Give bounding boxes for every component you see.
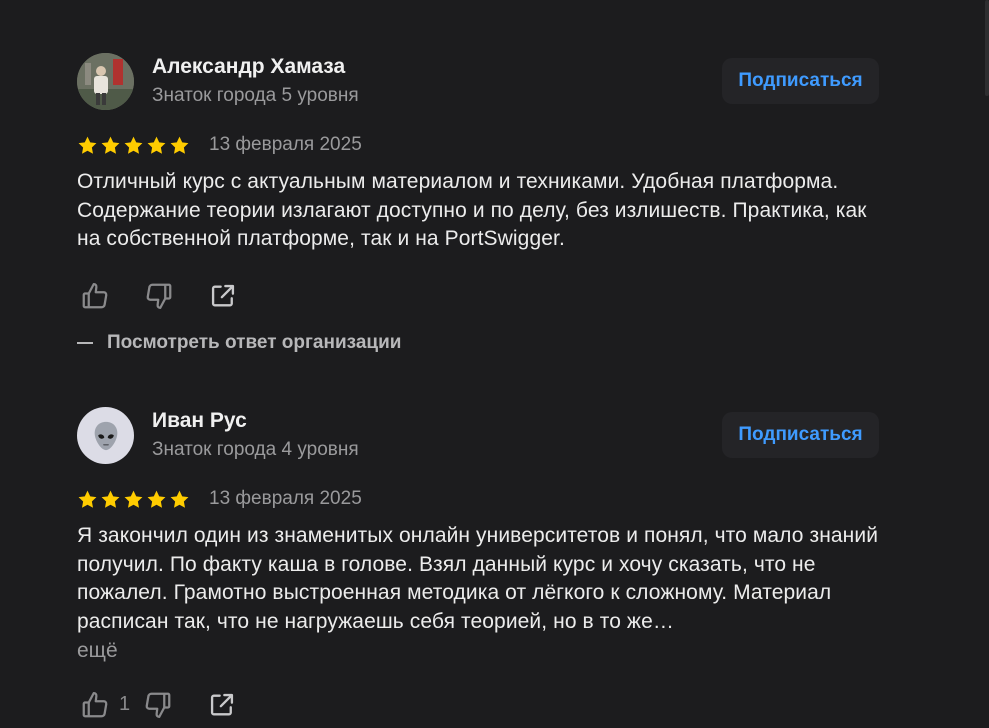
review-actions: 1 bbox=[77, 685, 879, 725]
review-date: 13 февраля 2025 bbox=[209, 134, 362, 155]
thumbs-up-icon bbox=[82, 691, 108, 718]
avatar[interactable] bbox=[77, 407, 134, 464]
star-icon bbox=[78, 136, 97, 154]
review-header: Александр Хамаза Знаток города 5 уровня … bbox=[77, 53, 879, 110]
org-answer-link[interactable]: Посмотреть ответ организации bbox=[77, 332, 879, 354]
share-button[interactable] bbox=[204, 687, 240, 723]
review-text: Отличный курс с актуальным материалом и … bbox=[77, 170, 867, 251]
scrollbar[interactable] bbox=[985, 0, 989, 96]
alien-icon bbox=[94, 421, 117, 450]
share-icon bbox=[211, 693, 234, 716]
star-icon bbox=[170, 490, 189, 508]
star-icon bbox=[78, 490, 97, 508]
like-button[interactable] bbox=[77, 278, 113, 314]
avatar-photo bbox=[77, 53, 134, 110]
rating-stars bbox=[77, 489, 190, 510]
author-name[interactable]: Иван Рус bbox=[152, 409, 247, 433]
avatar[interactable] bbox=[77, 53, 134, 110]
like-count: 1 bbox=[119, 693, 131, 716]
reviews-page: Александр Хамаза Знаток города 5 уровня … bbox=[0, 0, 989, 728]
author-level: Знаток города 5 уровня bbox=[152, 85, 359, 106]
org-answer-label: Посмотреть ответ организации bbox=[107, 332, 402, 354]
star-icon bbox=[124, 490, 143, 508]
review-meta: 13 февраля 2025 bbox=[77, 484, 879, 514]
star-icon bbox=[124, 136, 143, 154]
star-icon bbox=[147, 490, 166, 508]
review-card: Александр Хамаза Знаток города 5 уровня … bbox=[77, 53, 879, 354]
share-icon bbox=[211, 285, 235, 307]
star-icon bbox=[101, 136, 120, 154]
dislike-button[interactable] bbox=[141, 278, 177, 314]
author-name[interactable]: Александр Хамаза bbox=[152, 55, 345, 79]
subscribe-button[interactable]: Подписаться bbox=[722, 412, 879, 458]
thumbs-up-icon bbox=[82, 283, 108, 309]
subscribe-button[interactable]: Подписаться bbox=[722, 58, 879, 104]
star-icon bbox=[147, 136, 166, 154]
thumbs-down-icon bbox=[145, 692, 171, 718]
dash-icon bbox=[77, 342, 93, 345]
star-icon bbox=[101, 490, 120, 508]
review-header: Иван Рус Знаток города 4 уровня Подписат… bbox=[77, 407, 879, 464]
read-more-link[interactable]: ещё bbox=[77, 637, 879, 665]
review-text: Я закончил один из знаменитых онлайн уни… bbox=[77, 524, 879, 634]
review-meta: 13 февраля 2025 bbox=[77, 130, 879, 160]
thumbs-down-icon bbox=[146, 283, 172, 310]
review-date: 13 февраля 2025 bbox=[209, 488, 362, 509]
rating-stars bbox=[77, 135, 190, 156]
review-actions bbox=[77, 276, 879, 316]
like-button[interactable] bbox=[77, 687, 113, 723]
share-button[interactable] bbox=[205, 278, 241, 314]
review-card: Иван Рус Знаток города 4 уровня Подписат… bbox=[77, 407, 879, 725]
star-icon bbox=[170, 136, 189, 154]
author-level: Знаток города 4 уровня bbox=[152, 439, 359, 460]
dislike-button[interactable] bbox=[140, 687, 176, 723]
